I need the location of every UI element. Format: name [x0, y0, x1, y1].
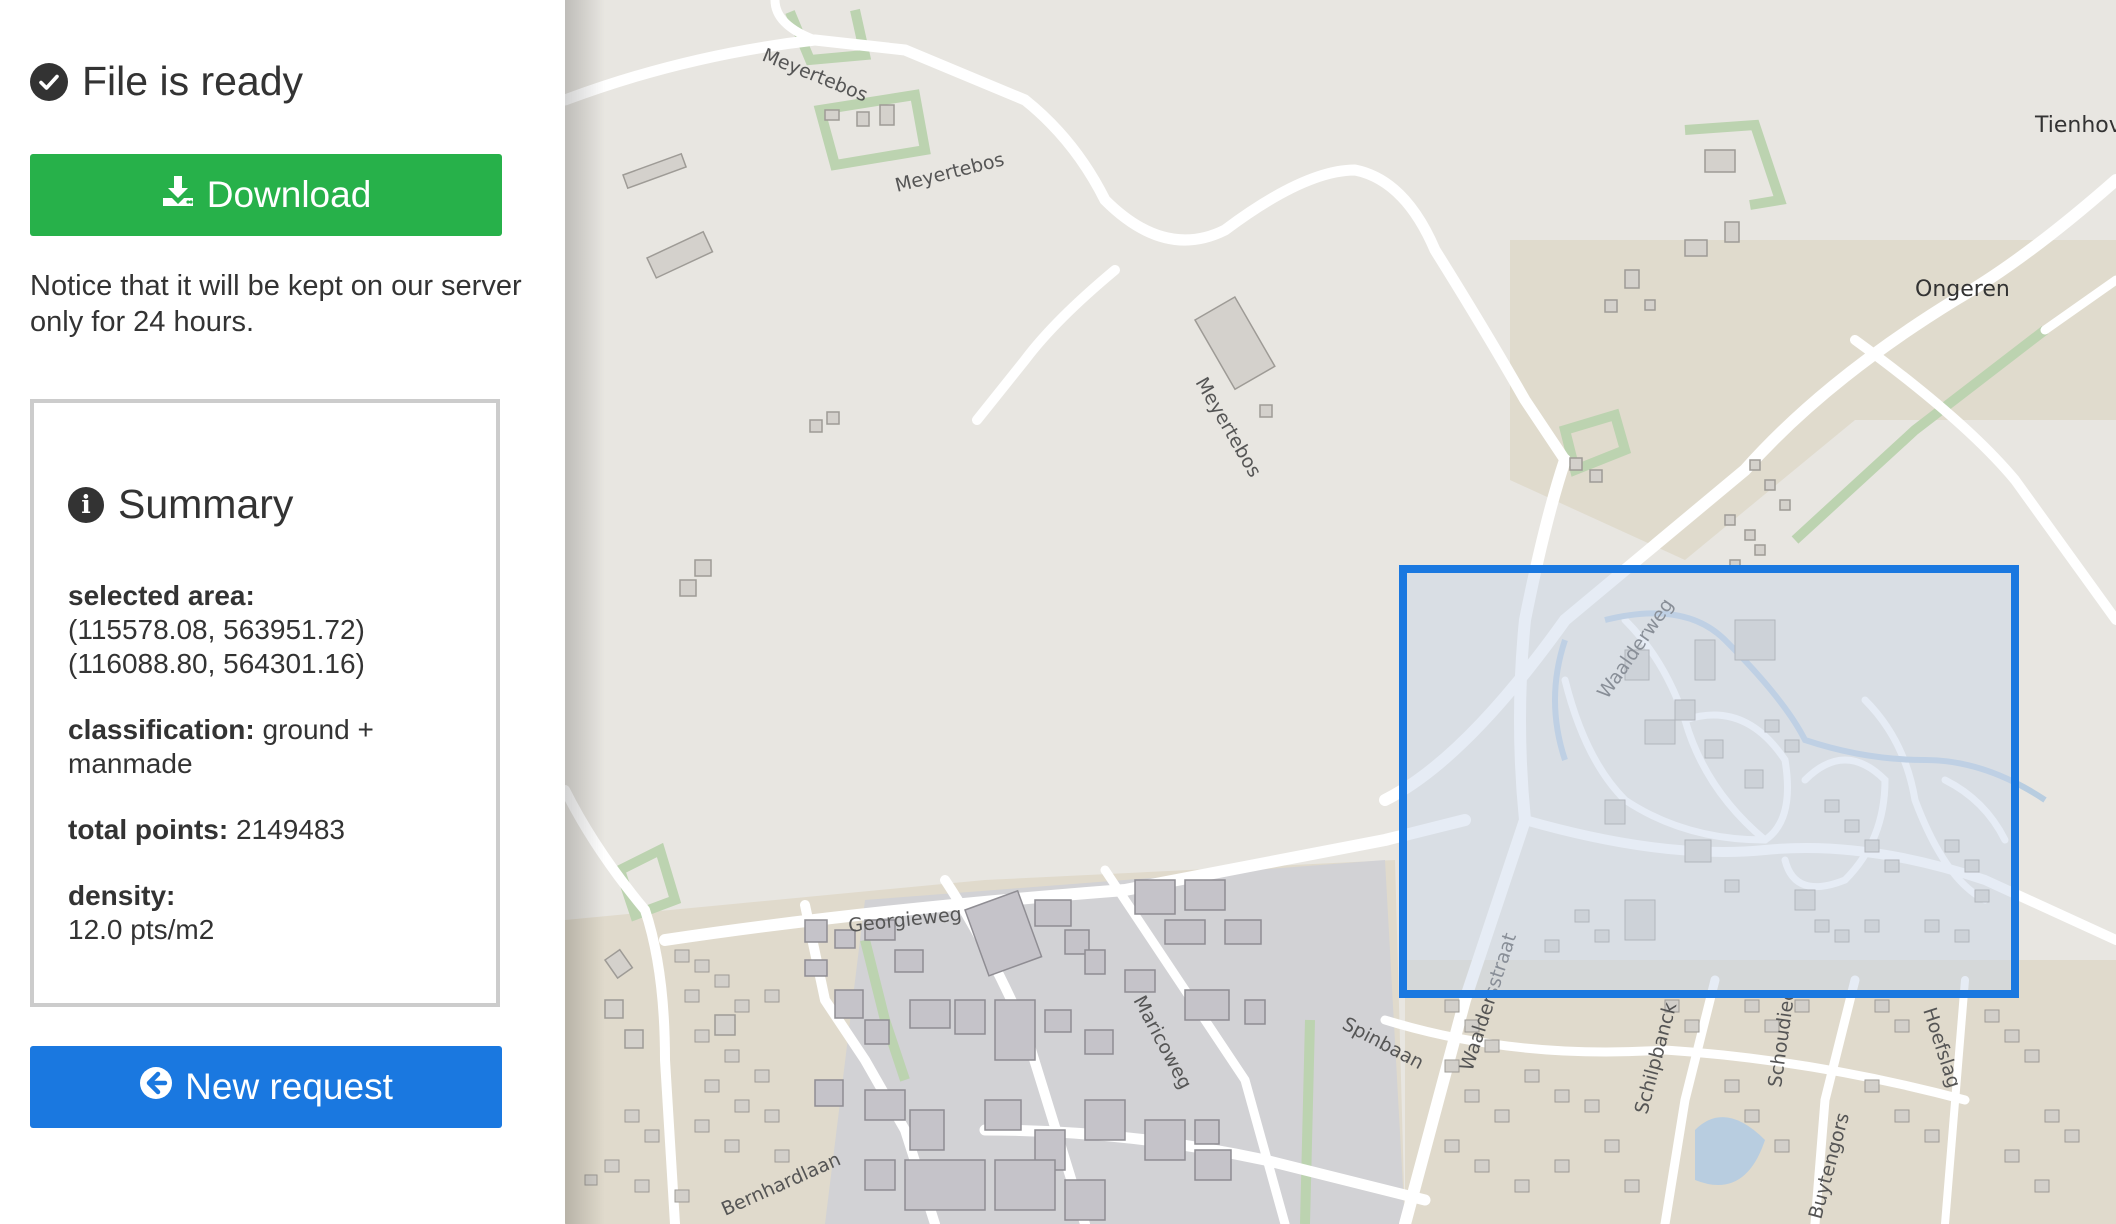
map-view[interactable]: Meyertebos Meyertebos Meyertebos Tienhov…	[565, 0, 2116, 1224]
total-points: total points: 2149483	[68, 813, 478, 847]
total-points-label: total points:	[68, 814, 229, 845]
residential-area-east	[1405, 960, 2116, 1224]
sidebar: File is ready Download Notice that it wi…	[0, 0, 565, 1224]
download-button[interactable]: Download	[30, 154, 502, 236]
density-label: density:	[68, 880, 176, 911]
download-icon	[161, 174, 195, 217]
summary-heading: i Summary	[68, 481, 293, 528]
summary-panel: i Summary selected area: (115578.08, 563…	[30, 399, 500, 1007]
classification: classification: ground + manmade	[68, 713, 478, 781]
selected-area-label: selected area:	[68, 580, 255, 611]
selection-rectangle[interactable]	[1399, 565, 2019, 998]
retention-notice: Notice that it will be kept on our serve…	[30, 270, 522, 338]
arrow-left-circle-icon	[139, 1066, 173, 1109]
status-text: File is ready	[82, 58, 304, 104]
status-heading: File is ready	[30, 58, 303, 105]
summary-body: selected area: (115578.08, 563951.72) (1…	[68, 579, 478, 979]
selected-area-line2: (116088.80, 564301.16)	[68, 648, 365, 679]
selected-area-line1: (115578.08, 563951.72)	[68, 614, 365, 645]
place-label-tienhoven: Tienhov	[2034, 113, 2116, 138]
street-label-meyertebos-3: Meyertebos	[1191, 374, 1266, 482]
new-request-button[interactable]: New request	[30, 1046, 502, 1128]
new-request-label: New request	[185, 1066, 393, 1107]
selected-area: selected area: (115578.08, 563951.72) (1…	[68, 579, 478, 681]
summary-title: Summary	[118, 481, 294, 527]
total-points-value: 2149483	[235, 814, 345, 845]
classification-label: classification:	[68, 714, 255, 745]
place-label-ongeren: Ongeren	[1915, 277, 2010, 302]
density: density: 12.0 pts/m2	[68, 879, 478, 947]
check-circle-icon	[30, 62, 68, 101]
density-value: 12.0 pts/m2	[68, 914, 215, 945]
download-label: Download	[206, 174, 372, 215]
info-icon: i	[68, 486, 104, 523]
